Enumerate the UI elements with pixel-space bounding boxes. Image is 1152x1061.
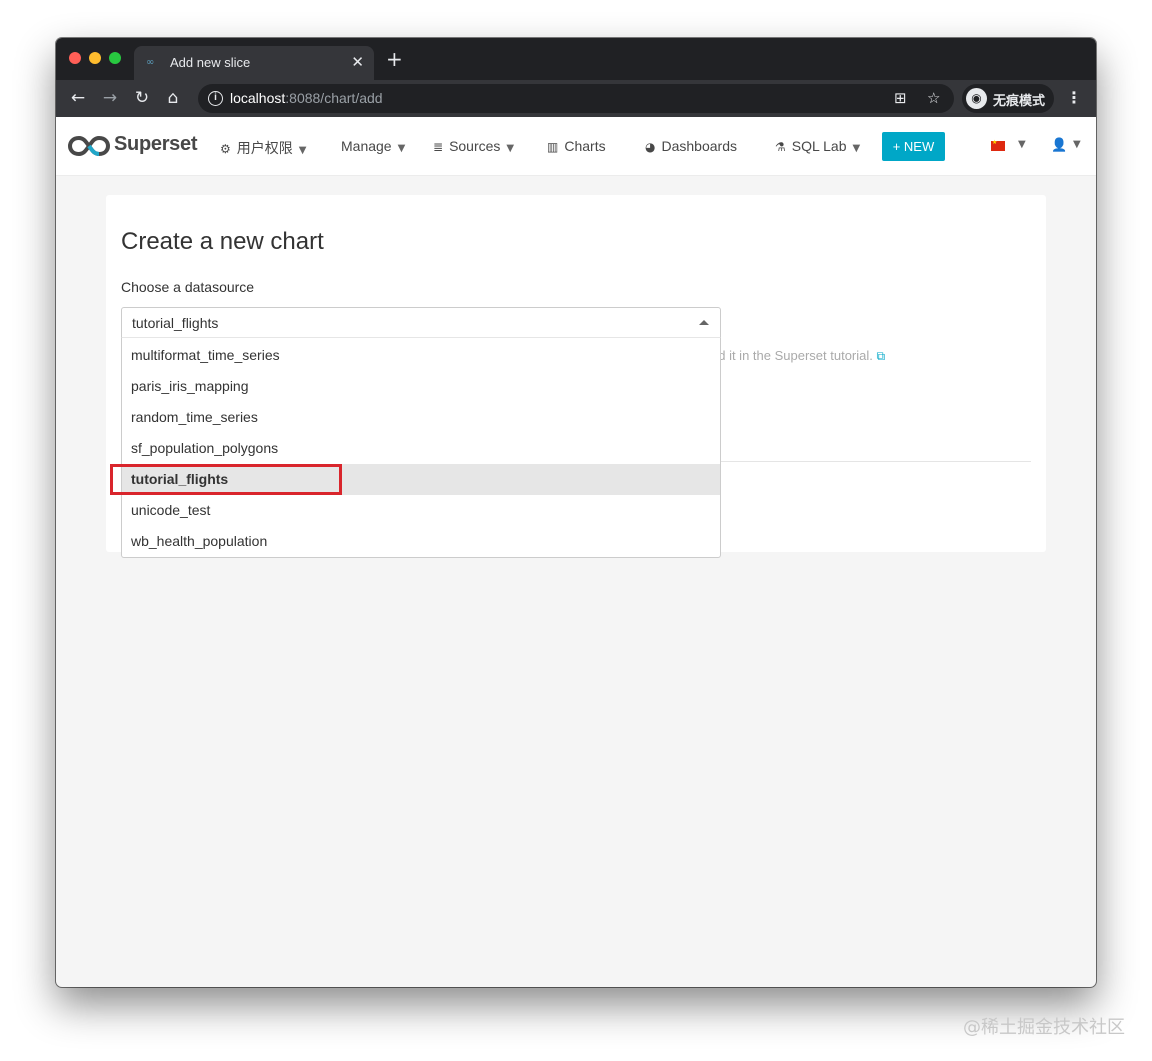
incognito-label: 无痕模式 (993, 94, 1046, 109)
chevron-down-icon: ▼ (298, 145, 307, 156)
chevron-down-icon[interactable]: ▼ (1073, 139, 1081, 150)
nav-sqllab-menu[interactable]: ⚗ SQL Lab ▼ (775, 138, 860, 154)
nav-security-menu[interactable]: ⚙ 用户权限 ▼ (220, 138, 306, 158)
superset-logo-icon (68, 135, 110, 157)
minimize-window-button[interactable] (89, 52, 101, 64)
logo-text: Superset (114, 133, 198, 155)
option-unicode-test[interactable]: unicode_test (122, 495, 720, 526)
dashboard-icon: ◕ (645, 140, 656, 154)
address-bar[interactable]: i localhost:8088/chart/add ⊞ ☆ (198, 84, 954, 113)
nav-charts-link[interactable]: ▥ Charts (547, 138, 606, 154)
chevron-down-icon: ▼ (397, 143, 406, 154)
datasource-select[interactable]: tutorial_flights (121, 307, 721, 338)
datasource-dropdown-menu: multiformat_time_series paris_iris_mappi… (121, 337, 721, 558)
chevron-down-icon[interactable]: ▼ (1018, 139, 1026, 150)
superset-navbar: Superset ⚙ 用户权限 ▼ Manage ▼ ≣ Sources ▼ ▥ Chart… (56, 117, 1096, 176)
new-button[interactable]: + NEW (882, 132, 945, 161)
annotation-highlight-box (110, 464, 342, 495)
nav-dashboards-link[interactable]: ◕ Dashboards (645, 138, 737, 154)
menu-icon[interactable]: ⋮ (1066, 88, 1082, 107)
chevron-down-icon: ▼ (852, 143, 861, 154)
database-icon: ≣ (433, 140, 444, 154)
gears-icon: ⚙ (220, 142, 231, 156)
page-title: Create a new chart (121, 228, 324, 255)
incognito-badge[interactable]: ◉ 无痕模式 (962, 84, 1054, 113)
star-icon[interactable]: ☆ (927, 89, 940, 107)
maximize-window-button[interactable] (109, 52, 121, 64)
option-sf-population-polygons[interactable]: sf_population_polygons (122, 433, 720, 464)
tutorial-hint: dd it in the Superset tutorial. ⧉ (711, 348, 886, 363)
option-multiformat-time-series[interactable]: multiformat_time_series (122, 340, 720, 371)
forward-icon[interactable]: → (99, 87, 121, 109)
option-wb-health-population[interactable]: wb_health_population (122, 526, 720, 557)
nav-sources-menu[interactable]: ≣ Sources ▼ (433, 138, 514, 154)
browser-toolbar: ← → ↻ ⌂ i localhost:8088/chart/add ⊞ ☆ ◉… (56, 80, 1096, 117)
caret-up-icon[interactable] (699, 320, 709, 325)
datasource-label: Choose a datasource (121, 279, 255, 295)
superset-favicon-icon: ∞ (146, 57, 155, 68)
language-flag-icon[interactable]: ★ (991, 140, 1005, 151)
url-text: localhost:8088/chart/add (230, 90, 383, 106)
close-window-button[interactable] (69, 52, 81, 64)
browser-tab[interactable]: ∞ Add new slice ✕ (134, 46, 374, 80)
back-icon[interactable]: ← (67, 87, 89, 109)
nav-manage-menu[interactable]: Manage ▼ (341, 138, 405, 154)
tab-close-icon[interactable]: ✕ (351, 53, 364, 71)
new-tab-icon[interactable]: + (386, 49, 403, 69)
tab-strip: ∞ Add new slice ✕ + (56, 38, 1096, 80)
chevron-down-icon: ▼ (506, 143, 515, 154)
home-icon[interactable]: ⌂ (162, 87, 184, 109)
external-link-icon[interactable]: ⧉ (877, 349, 886, 363)
info-icon[interactable]: i (208, 91, 223, 106)
incognito-icon: ◉ (966, 88, 987, 109)
option-paris-iris-mapping[interactable]: paris_iris_mapping (122, 371, 720, 402)
translate-icon[interactable]: ⊞ (894, 89, 907, 107)
flask-icon: ⚗ (775, 140, 786, 154)
user-icon[interactable]: 👤 (1051, 138, 1067, 153)
datasource-select-value[interactable]: tutorial_flights (132, 315, 218, 331)
browser-window: ∞ Add new slice ✕ + ← → ↻ ⌂ i localhost:… (56, 38, 1096, 987)
watermark: @稀土掘金技术社区 (963, 1017, 1125, 1038)
reload-icon[interactable]: ↻ (131, 87, 153, 109)
option-random-time-series[interactable]: random_time_series (122, 402, 720, 433)
bar-chart-icon: ▥ (547, 140, 559, 154)
tab-title: Add new slice (170, 55, 251, 70)
